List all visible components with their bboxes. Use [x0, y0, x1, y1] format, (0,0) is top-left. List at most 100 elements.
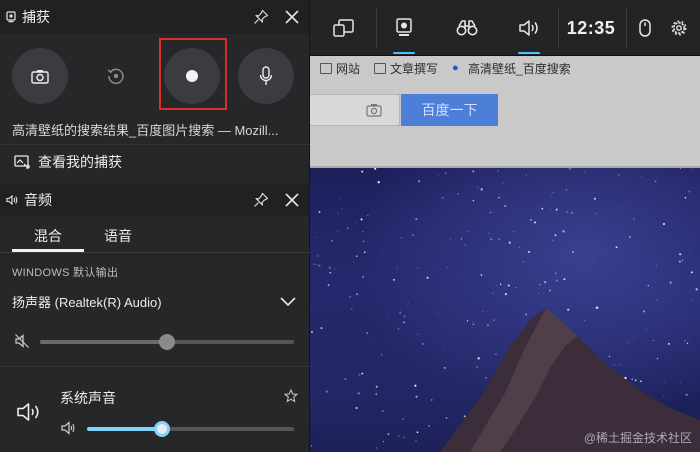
binoculars-icon: [456, 20, 478, 36]
star: [647, 284, 649, 287]
gallery-icon: [14, 155, 30, 169]
star: [690, 271, 693, 274]
star: [525, 174, 527, 176]
star: [498, 196, 500, 199]
star: [375, 385, 378, 388]
speaker-muted-icon[interactable]: [14, 333, 30, 349]
microphone-button[interactable]: [238, 48, 294, 104]
star: [415, 218, 418, 221]
mouse-lock-button[interactable]: [632, 0, 658, 56]
star: [327, 284, 330, 287]
bookmark-item[interactable]: 文章撰写: [374, 60, 438, 77]
star: [488, 232, 490, 234]
star: [684, 197, 687, 199]
screenshot-button[interactable]: [12, 48, 68, 104]
star: [403, 436, 405, 438]
star: [669, 281, 672, 284]
star: [617, 174, 620, 176]
star: [408, 302, 410, 304]
audio-panel-header[interactable]: 音频: [0, 184, 309, 216]
star: [399, 311, 402, 314]
star: [667, 342, 670, 345]
audio-widget-button[interactable]: [512, 0, 546, 56]
star: [634, 379, 637, 382]
pin-icon[interactable]: [253, 9, 269, 25]
star: [691, 169, 693, 170]
star: [402, 418, 404, 420]
star: [681, 259, 684, 261]
bookmarks-bar: 网站 文章撰写 ● 高清壁纸_百度搜索: [310, 56, 700, 80]
search-input[interactable]: [310, 94, 400, 126]
star: [356, 255, 358, 257]
star: [426, 276, 429, 279]
star: [541, 207, 544, 210]
star: [633, 218, 635, 220]
capture-panel-header[interactable]: 捕获: [0, 0, 309, 34]
star: [441, 196, 444, 199]
close-icon[interactable]: [283, 191, 301, 209]
master-volume-slider[interactable]: [40, 334, 294, 350]
widget-menu-button[interactable]: [328, 0, 360, 56]
star: [472, 170, 475, 173]
star: [366, 332, 368, 334]
star: [482, 323, 484, 325]
star: [664, 381, 666, 383]
separator: [376, 8, 377, 48]
bookmark-item[interactable]: ● 高清壁纸_百度搜索: [452, 60, 571, 77]
tab-voice[interactable]: 语音: [96, 220, 140, 252]
star: [445, 172, 447, 174]
star: [662, 222, 666, 226]
pin-icon[interactable]: [253, 192, 269, 208]
star: [628, 235, 632, 239]
star: [367, 214, 369, 217]
star: [688, 248, 690, 250]
app-volume-slider[interactable]: [87, 421, 294, 437]
star: [551, 195, 552, 197]
microphone-icon: [259, 66, 273, 85]
star: [423, 202, 425, 204]
star: [472, 321, 474, 323]
star: [655, 265, 657, 267]
star: [684, 340, 686, 342]
star: [355, 293, 359, 296]
settings-button[interactable]: [666, 0, 692, 56]
star: [513, 231, 514, 232]
volume-icon[interactable]: [60, 420, 76, 436]
star: [554, 234, 557, 237]
checkbox-icon: [374, 62, 387, 74]
close-icon[interactable]: [283, 8, 301, 26]
star: [467, 230, 469, 233]
star: [695, 288, 698, 291]
capture-widget-button[interactable]: [388, 0, 420, 56]
default-output-label: WINDOWS 默认输出: [12, 267, 119, 279]
star: [534, 221, 536, 224]
star: [349, 295, 352, 298]
star-icon[interactable]: [284, 389, 298, 403]
output-device-select[interactable]: 扬声器 (Realtek(R) Audio): [12, 290, 300, 312]
slider-thumb[interactable]: [153, 421, 170, 437]
star: [626, 341, 629, 344]
view-captures-link[interactable]: 查看我的捕获: [14, 152, 122, 172]
star: [683, 313, 685, 315]
audio-tabs: 混合 语音: [0, 220, 310, 252]
star: [375, 178, 377, 179]
slider-thumb[interactable]: [159, 334, 175, 350]
app-name: 系统声音: [60, 390, 116, 406]
star: [472, 323, 475, 326]
star: [555, 272, 557, 274]
capture-target-title: 高清壁纸的搜索结果_百度图片搜索 — Mozill...: [12, 123, 279, 138]
star: [318, 210, 321, 213]
search-button[interactable]: 百度一下: [401, 94, 498, 126]
record-last-button[interactable]: [88, 48, 144, 104]
star: [495, 353, 497, 356]
tab-mix[interactable]: 混合: [12, 220, 84, 252]
star: [552, 191, 555, 194]
camera-icon[interactable]: [366, 103, 382, 117]
separator: [626, 8, 627, 48]
star: [584, 319, 586, 321]
view-captures-label: 查看我的捕获: [38, 154, 122, 170]
bookmark-item[interactable]: 网站: [320, 60, 360, 77]
performance-widget-button[interactable]: [450, 0, 484, 56]
star: [316, 255, 319, 257]
star: [593, 197, 596, 200]
